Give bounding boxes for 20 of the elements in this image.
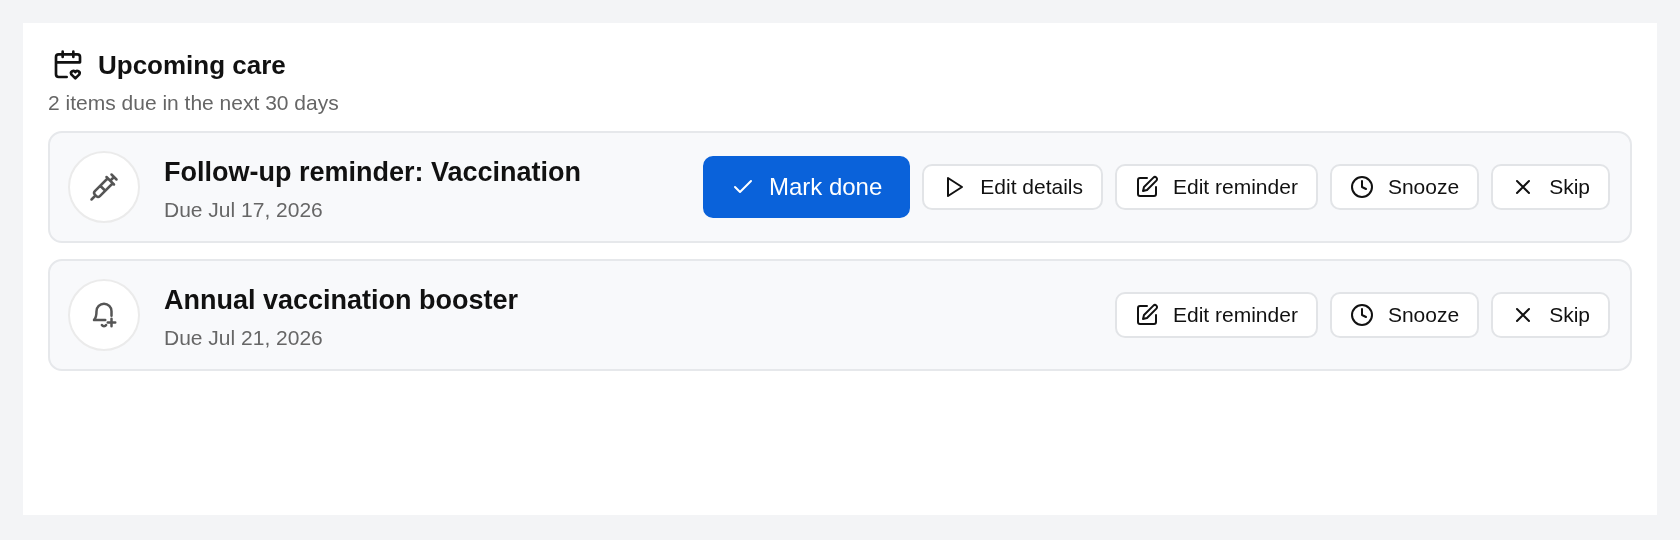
snooze-button[interactable]: Snooze: [1329, 292, 1480, 338]
clock-icon: [1349, 303, 1374, 327]
edit-icon: [1135, 303, 1159, 327]
clock-icon: [1349, 175, 1374, 199]
mark-done-button[interactable]: Mark done: [702, 156, 911, 218]
due-date: Due Jul 21, 2026: [164, 325, 324, 350]
section-title: Upcoming care: [98, 49, 286, 81]
due-date: Due Jul 17, 2026: [164, 197, 324, 222]
calendar-heart-icon: [52, 49, 84, 81]
edit-reminder-button[interactable]: Edit reminder: [1115, 164, 1318, 210]
skip-button[interactable]: Skip: [1491, 292, 1610, 338]
edit-reminder-button[interactable]: Edit reminder: [1115, 292, 1318, 338]
edit-details-button[interactable]: Edit details: [922, 164, 1103, 210]
skip-button[interactable]: Skip: [1491, 164, 1610, 210]
snooze-button[interactable]: Snooze: [1329, 164, 1480, 210]
item-title: Follow-up reminder: Vaccination: [164, 156, 583, 190]
section-subtitle: 2 items due in the next 30 days: [48, 91, 340, 115]
syringe-icon: [89, 172, 119, 202]
edit-icon: [1135, 175, 1159, 199]
item-title: Annual vaccination booster: [164, 284, 520, 318]
